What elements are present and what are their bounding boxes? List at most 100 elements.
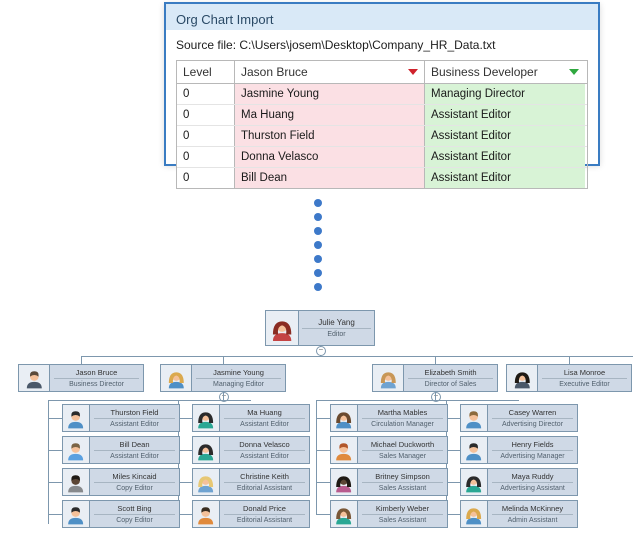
table-row[interactable]: 0Donna VelascoAssistant Editor bbox=[177, 146, 587, 167]
node-leaf-a5[interactable]: Donna VelascoAssistant Editor bbox=[192, 436, 310, 464]
node-name: Ma Huang bbox=[247, 408, 282, 417]
node-leaf-b7[interactable]: Melinda McKinneyAdmin Assistant bbox=[460, 500, 578, 528]
node-leaf-a3[interactable]: Scott BingCopy Editor bbox=[62, 500, 180, 528]
avatar-icon bbox=[63, 437, 90, 463]
node-name: Jason Bruce bbox=[76, 368, 118, 377]
cell-role: Assistant Editor bbox=[425, 147, 585, 167]
node-name: Thurston Field bbox=[111, 408, 159, 417]
org-chart: Julie YangEditor– Jason BruceBusiness Dir… bbox=[0, 310, 640, 534]
node-root[interactable]: Julie YangEditor bbox=[265, 310, 375, 346]
avatar-icon bbox=[331, 437, 358, 463]
node-title: Sales Assistant bbox=[362, 482, 444, 493]
col-level-label: Level bbox=[183, 65, 212, 79]
node-leaf-a6[interactable]: Christine KeithEditorial Assistant bbox=[192, 468, 310, 496]
node-title: Executive Editor bbox=[542, 378, 628, 389]
node-name: Scott Bing bbox=[117, 504, 151, 513]
cell-name: Thurston Field bbox=[235, 126, 425, 146]
cell-level: 0 bbox=[177, 126, 235, 146]
node-name: Kimberly Weber bbox=[376, 504, 429, 513]
node-l1-1[interactable]: Jasmine YoungManaging Editor bbox=[160, 364, 286, 392]
table-row[interactable]: 0Ma HuangAssistant Editor bbox=[177, 104, 587, 125]
node-leaf-b5[interactable]: Henry FieldsAdvertising Manager bbox=[460, 436, 578, 464]
node-name: Maya Ruddy bbox=[511, 472, 553, 481]
node-leaf-a7[interactable]: Donald PriceEditorial Assistant bbox=[192, 500, 310, 528]
node-leaf-b2[interactable]: Britney SimpsonSales Assistant bbox=[330, 468, 448, 496]
node-title: Advertising Manager bbox=[492, 450, 574, 461]
connector bbox=[48, 482, 62, 483]
node-text: Martha MablesCirculation Manager bbox=[358, 405, 447, 431]
dropdown-green-icon[interactable] bbox=[569, 69, 579, 75]
dropdown-red-icon[interactable] bbox=[408, 69, 418, 75]
connector bbox=[435, 356, 436, 364]
node-name: Britney Simpson bbox=[375, 472, 430, 481]
avatar-icon bbox=[193, 405, 220, 431]
collapse-toggle[interactable]: – bbox=[316, 346, 326, 356]
node-text: Lisa MonroeExecutive Editor bbox=[538, 365, 631, 391]
node-name: Lisa Monroe bbox=[564, 368, 605, 377]
node-text: Donna VelascoAssistant Editor bbox=[220, 437, 309, 463]
dot-icon bbox=[314, 241, 322, 249]
node-title: Sales Assistant bbox=[362, 514, 444, 525]
connector bbox=[316, 450, 330, 451]
avatar-icon bbox=[63, 469, 90, 495]
node-title: Managing Editor bbox=[196, 378, 282, 389]
connector bbox=[81, 356, 633, 357]
node-leaf-b4[interactable]: Casey WarrenAdvertising Director bbox=[460, 404, 578, 432]
table-row[interactable]: 0Jasmine YoungManaging Director bbox=[177, 84, 587, 104]
node-name: Bill Dean bbox=[119, 440, 149, 449]
cell-name: Ma Huang bbox=[235, 105, 425, 125]
node-leaf-a1[interactable]: Bill DeanAssistant Editor bbox=[62, 436, 180, 464]
node-title: Assistant Editor bbox=[224, 450, 306, 461]
col-role[interactable]: Business Developer bbox=[425, 61, 585, 83]
table-row[interactable]: 0Thurston FieldAssistant Editor bbox=[177, 125, 587, 146]
col-level[interactable]: Level bbox=[177, 61, 235, 83]
node-leaf-b1[interactable]: Michael DuckworthSales Manager bbox=[330, 436, 448, 464]
node-text: Scott BingCopy Editor bbox=[90, 501, 179, 527]
avatar-icon bbox=[373, 365, 404, 391]
node-name: Henry Fields bbox=[511, 440, 553, 449]
node-title: Assistant Editor bbox=[224, 418, 306, 429]
node-text: Ma HuangAssistant Editor bbox=[220, 405, 309, 431]
node-title: Editorial Assistant bbox=[224, 514, 306, 525]
connector bbox=[435, 392, 436, 400]
dot-icon bbox=[314, 213, 322, 221]
node-title: Advertising Assistant bbox=[492, 482, 574, 493]
node-name: Casey Warren bbox=[509, 408, 557, 417]
table-row[interactable]: 0Bill DeanAssistant Editor bbox=[177, 167, 587, 188]
node-l1-3[interactable]: Lisa MonroeExecutive Editor bbox=[506, 364, 632, 392]
avatar-icon bbox=[193, 501, 220, 527]
avatar-icon bbox=[461, 405, 488, 431]
node-leaf-a0[interactable]: Thurston FieldAssistant Editor bbox=[62, 404, 180, 432]
node-title: Assistant Editor bbox=[94, 450, 176, 461]
avatar-icon bbox=[19, 365, 50, 391]
node-name: Donna Velasco bbox=[239, 440, 289, 449]
node-leaf-b6[interactable]: Maya RuddyAdvertising Assistant bbox=[460, 468, 578, 496]
node-leaf-a4[interactable]: Ma HuangAssistant Editor bbox=[192, 404, 310, 432]
node-leaf-b0[interactable]: Martha MablesCirculation Manager bbox=[330, 404, 448, 432]
node-l1-0[interactable]: Jason BruceBusiness Director bbox=[18, 364, 144, 392]
connector bbox=[178, 450, 192, 451]
connector bbox=[48, 450, 62, 451]
avatar-icon bbox=[63, 405, 90, 431]
connector bbox=[569, 356, 570, 364]
connector bbox=[223, 392, 224, 400]
avatar-icon bbox=[266, 311, 299, 345]
connector bbox=[178, 418, 192, 419]
node-title: Editor bbox=[302, 328, 371, 339]
connector bbox=[446, 514, 460, 515]
node-text: Melinda McKinneyAdmin Assistant bbox=[488, 501, 577, 527]
cell-name: Jasmine Young bbox=[235, 84, 425, 104]
node-leaf-a2[interactable]: Miles KincaidCopy Editor bbox=[62, 468, 180, 496]
node-leaf-b3[interactable]: Kimberly WeberSales Assistant bbox=[330, 500, 448, 528]
node-l1-2[interactable]: Elizabeth SmithDirector of Sales bbox=[372, 364, 498, 392]
dot-icon bbox=[314, 199, 322, 207]
cell-name: Bill Dean bbox=[235, 168, 425, 188]
node-title: Admin Assistant bbox=[492, 514, 574, 525]
node-text: Jason BruceBusiness Director bbox=[50, 365, 143, 391]
col-name[interactable]: Jason Bruce bbox=[235, 61, 425, 83]
node-name: Michael Duckworth bbox=[371, 440, 434, 449]
node-text: Bill DeanAssistant Editor bbox=[90, 437, 179, 463]
window-title: Org Chart Import bbox=[164, 2, 600, 30]
node-title: Copy Editor bbox=[94, 482, 176, 493]
connector bbox=[178, 482, 192, 483]
